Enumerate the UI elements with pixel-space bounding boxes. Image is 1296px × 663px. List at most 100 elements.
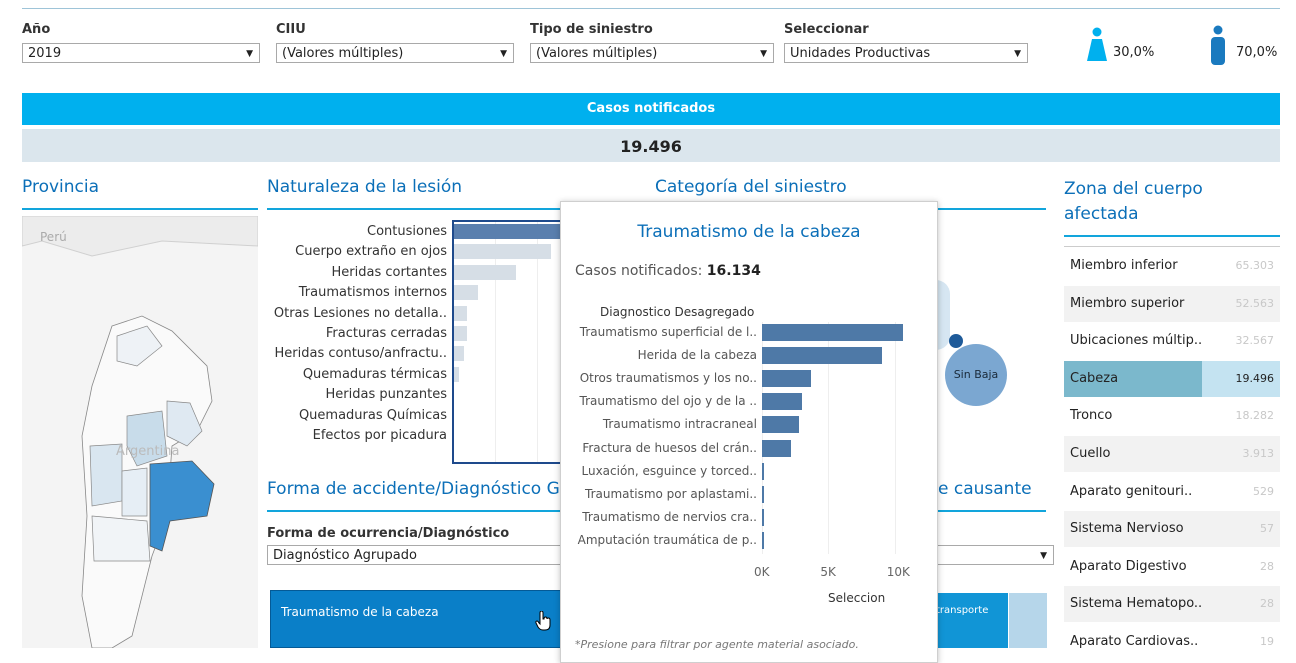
naturaleza-title: Naturaleza de la lesión [267,177,463,197]
filter-tipo-label: Tipo de siniestro [530,22,653,37]
categoria-bubble-sin-baja[interactable]: Sin Baja [945,344,1007,406]
naturaleza-bar[interactable] [454,326,467,341]
zona-value: 19 [1260,635,1274,648]
naturaleza-bar[interactable] [454,285,478,301]
zona-row[interactable]: Miembro superior 52.563 [1064,285,1280,322]
zona-label: Aparato genitouri.. [1070,483,1193,499]
zona-label: Sistema Hematopo.. [1070,596,1203,612]
diagnostico-label: Traumatismo intracraneal [602,417,757,432]
casos-notificados-header: Casos notificados [22,93,1280,125]
naturaleza-label: Contusiones [367,224,447,239]
zona-row[interactable]: Sistema Nervioso 57 [1064,511,1280,548]
filter-ciiu-label: CIIU [276,22,306,37]
casos-notificados-total: 19.496 [22,129,1280,162]
treemap-tile-traumatismo-cabeza[interactable]: Traumatismo de la cabeza [270,590,562,648]
sin-baja-label: Sin Baja [953,368,999,381]
map-label-argentina: Argentina [116,444,180,459]
naturaleza-bar[interactable] [454,244,552,260]
diagnostico-bar[interactable] [762,347,883,365]
agente-select[interactable]: ▼ [936,545,1054,565]
filter-tipo-select[interactable]: (Valores múltiples) ▼ [530,43,774,63]
zona-value: 32.567 [1235,334,1275,348]
diagnostico-bar[interactable] [762,462,764,480]
chevron-down-icon: ▼ [500,49,507,59]
diagnostico-bar[interactable] [762,531,764,549]
zona-value: 57 [1260,522,1274,536]
zona-label: Aparato Cardiovas.. [1070,634,1199,649]
categoria-underline [936,208,1046,210]
naturaleza-bar[interactable] [454,264,516,280]
categoria-bubble-small[interactable] [949,334,963,348]
zona-value: 3.913 [1242,447,1275,460]
zona-label: Aparato Digestivo [1070,558,1187,574]
zona-value: 28 [1260,597,1274,611]
zona-label: Sistema Nervioso [1070,521,1184,537]
naturaleza-bar[interactable] [454,346,464,362]
naturaleza-bar[interactable] [454,224,562,239]
naturaleza-label: Traumatismos internos [298,285,447,301]
zona-row[interactable]: Cabeza 19.496 [1064,360,1280,397]
zona-row[interactable]: Sistema Hematopo.. 28 [1064,586,1280,623]
tooltip-casos: Casos notificados: 16.134 [575,263,761,279]
zona-row[interactable]: Miembro inferior 65.303 [1064,248,1280,284]
tooltip-panel: Traumatismo de la cabeza Casos notificad… [560,201,938,663]
zona-row[interactable]: Aparato Cardiovas.. 19 [1064,624,1280,660]
diagnostico-label: Traumatismo del ojo y de la .. [579,394,757,409]
filter-tipo-value: (Valores múltiples) [536,46,658,61]
zona-title-line2: afectada [1064,204,1139,224]
diagnostico-label: Amputación traumática de p.. [577,532,757,547]
provincia-map[interactable]: Perú Argentina [22,216,258,648]
filter-seleccionar-select[interactable]: Unidades Productivas ▼ [784,43,1028,63]
categoria-bubble-large[interactable] [936,280,950,350]
tooltip-title: Traumatismo de la cabeza [637,222,861,242]
naturaleza-label: Heridas cortantes [331,264,447,280]
forma-title: Forma de accidente/Diagnóstico G [267,479,560,499]
naturaleza-bar[interactable] [454,305,467,321]
diagnostico-bar[interactable] [762,324,904,341]
treemap-tile-transporte[interactable]: transporte [936,593,1008,648]
zona-underline [1064,235,1280,237]
tile-transporte-label: transporte [936,605,989,616]
filter-ciiu-value: (Valores múltiples) [282,46,404,61]
tooltip-chart-header: Diagnostico Desagregado [600,305,755,319]
zona-row[interactable]: Tronco 18.282 [1064,398,1280,434]
naturaleza-chart[interactable] [452,220,562,464]
diagnostico-bar[interactable] [762,370,812,388]
zona-value: 52.563 [1235,296,1275,310]
chevron-down-icon: ▼ [1014,49,1021,59]
naturaleza-label: Cuerpo extraño en ojos [295,244,447,260]
categoria-title: Categoría del siniestro [655,177,847,197]
zona-row[interactable]: Ubicaciones múltip.. 32.567 [1064,323,1280,359]
filter-seleccionar-value: Unidades Productivas [790,46,931,61]
zona-row[interactable]: Cuello 3.913 [1064,436,1280,472]
zona-row[interactable]: Aparato genitouri.. 529 [1064,474,1280,510]
tooltip-casos-value: 16.134 [706,263,761,279]
naturaleza-label: Quemaduras Químicas [298,407,447,423]
zona-row[interactable]: Aparato Digestivo 28 [1064,549,1280,585]
treemap-tile-small[interactable] [1009,593,1047,648]
provincia-title: Provincia [22,177,100,197]
zona-label: Cabeza [1070,370,1119,386]
chevron-down-icon: ▼ [760,49,767,59]
forma-sub-label: Forma de ocurrencia/Diagnóstico [267,526,510,541]
forma-select[interactable]: Diagnóstico Agrupado [267,545,562,565]
chevron-down-icon: ▼ [1040,551,1047,561]
naturaleza-underline [267,208,562,210]
agente-underline [936,510,1046,512]
diagnostico-label: Fractura de huesos del crán.. [582,440,757,455]
diagnostico-bar[interactable] [762,439,791,457]
diagnostico-label: Traumatismo por aplastami.. [585,486,757,501]
provincia-underline [22,208,258,210]
naturaleza-bar[interactable] [454,366,460,382]
diagnostico-bar[interactable] [762,416,799,434]
zona-divider [1064,246,1280,247]
filter-ciiu-select[interactable]: (Valores múltiples) ▼ [276,43,514,63]
x-tick-label: 5K [820,565,836,579]
filter-year-label: Año [22,22,51,37]
diagnostico-bar[interactable] [762,393,802,411]
filter-year-value: 2019 [28,46,62,61]
filter-year-select[interactable]: 2019 ▼ [22,43,260,63]
diagnostico-bar[interactable] [762,485,764,503]
diagnostico-bar[interactable] [762,508,764,526]
zona-value: 19.496 [1235,371,1275,385]
